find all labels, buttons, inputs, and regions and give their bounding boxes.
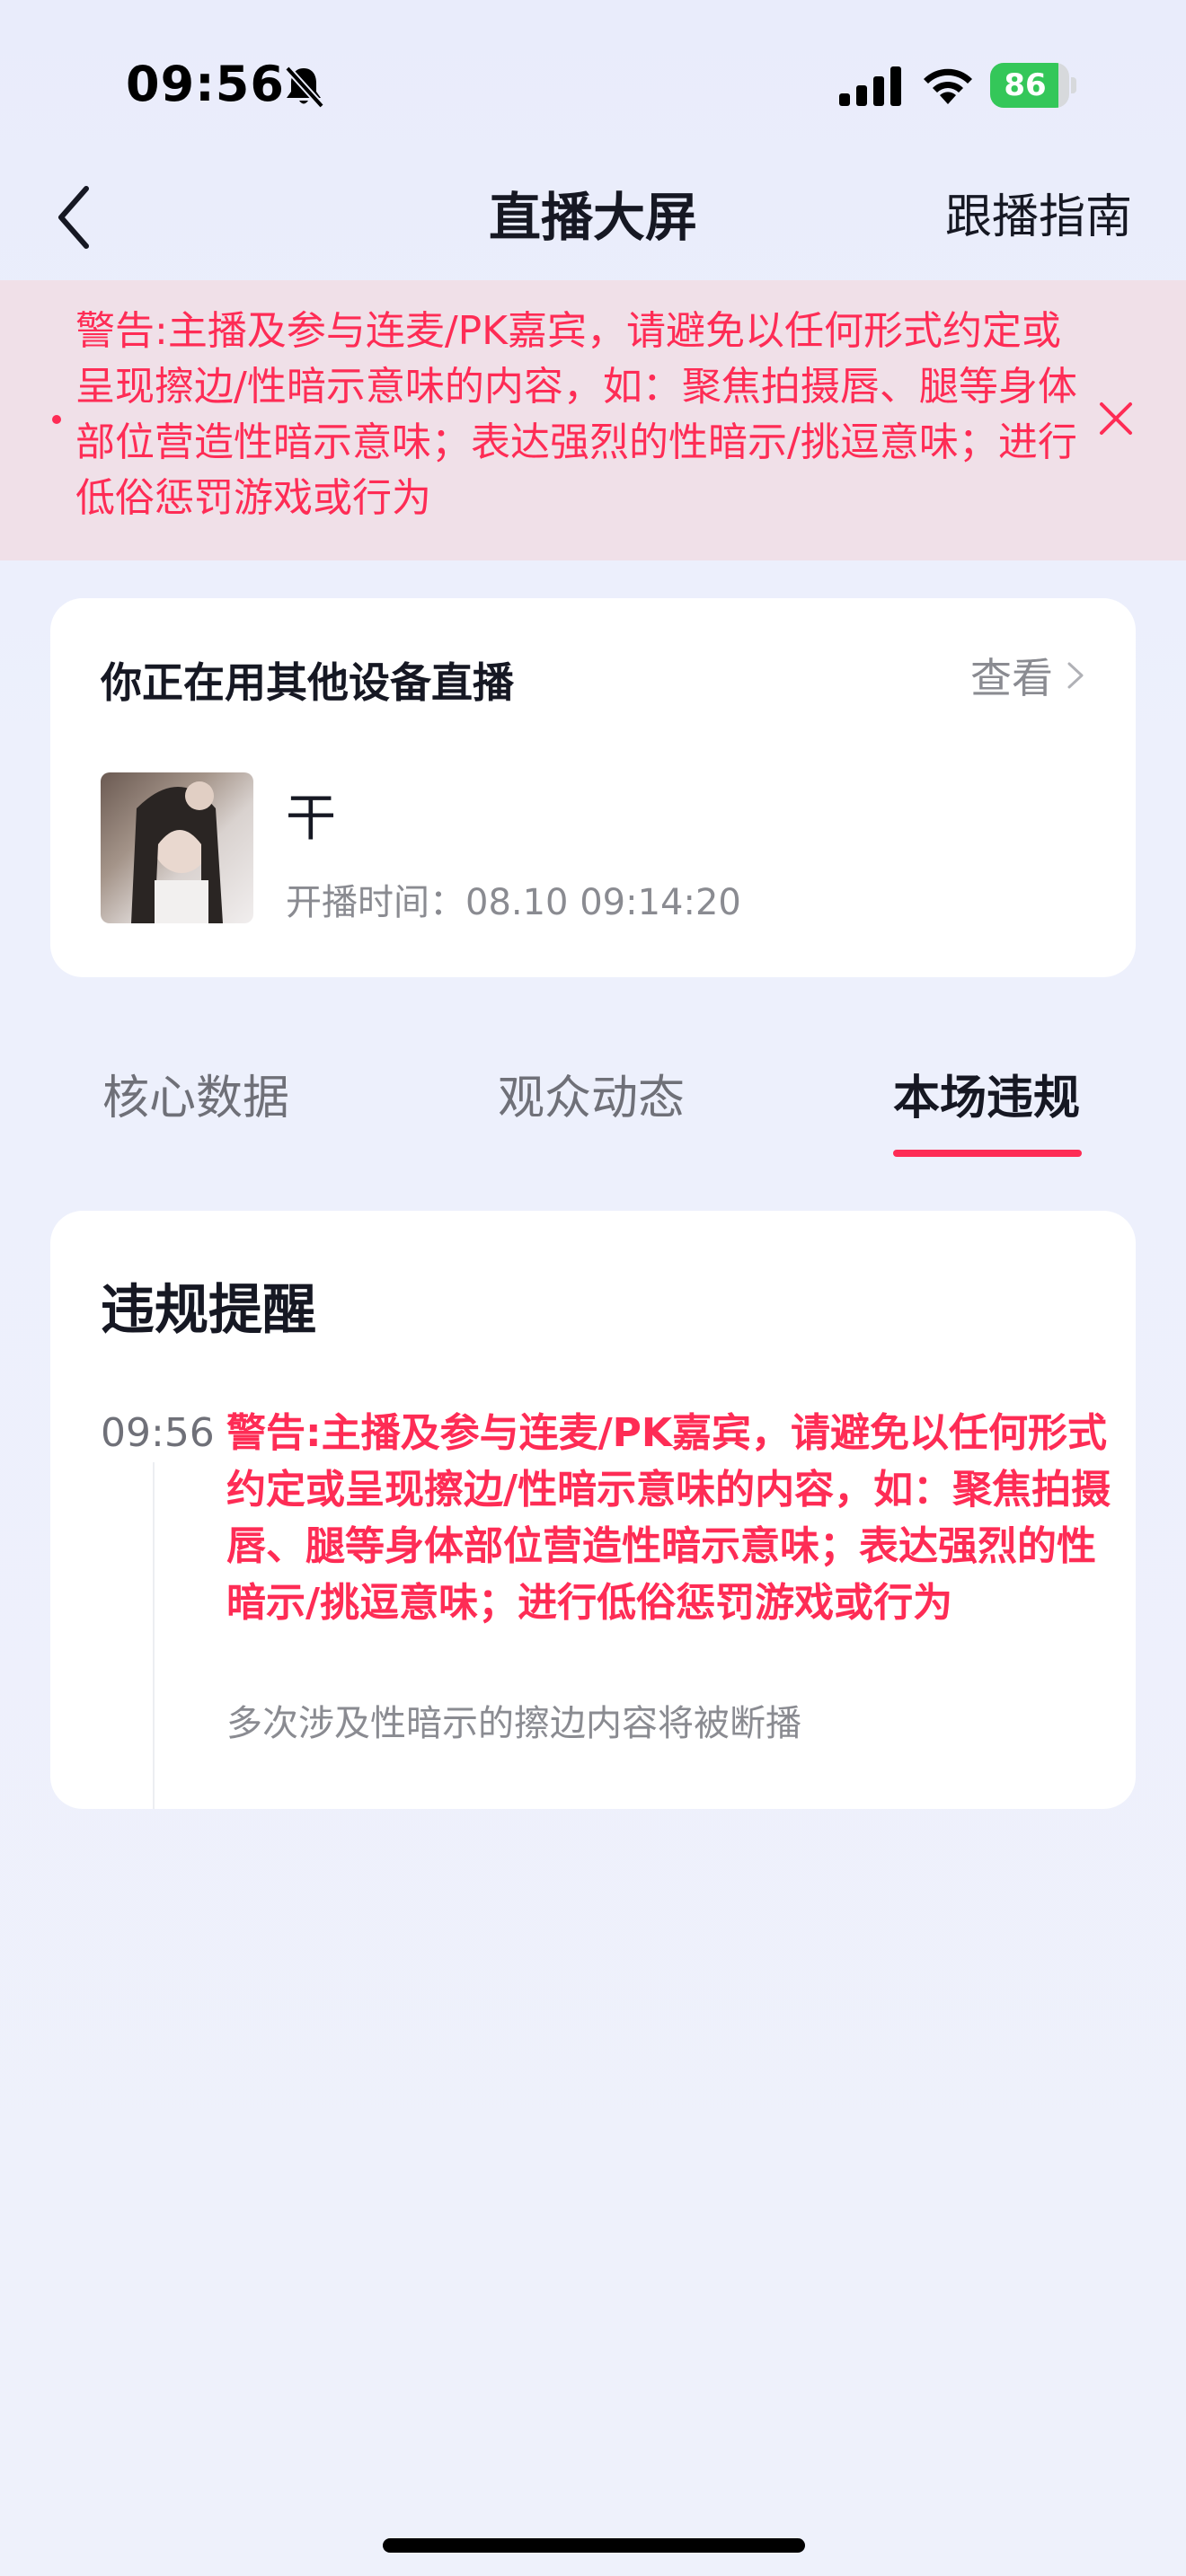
chevron-left-icon[interactable] (54, 183, 93, 251)
device-card-title: 你正在用其他设备直播 (101, 658, 514, 707)
active-tab-indicator (893, 1150, 1082, 1157)
cellular-signal-icon (839, 66, 901, 106)
warning-dot (52, 415, 61, 424)
chevron-right-icon (1067, 662, 1084, 689)
wifi-icon (924, 68, 972, 104)
tab-audience-activity[interactable]: 观众动态 (498, 1060, 685, 1127)
status-bar: 09:56 86 (0, 0, 1186, 171)
view-label: 查看 (970, 654, 1053, 702)
guide-link[interactable]: 跟播指南 (945, 171, 1132, 264)
violation-card-title: 违规提醒 (101, 1279, 316, 1342)
battery-percent: 86 (1004, 67, 1047, 103)
violation-note: 多次涉及性暗示的擦边内容将被断播 (226, 1703, 801, 1744)
tab-violations[interactable]: 本场违规 (893, 1060, 1080, 1127)
other-device-card: 你正在用其他设备直播 查看 干 开播时间：08.10 09:14:20 (50, 598, 1136, 977)
tab-bar: 核心数据 观众动态 本场违规 (0, 1006, 1186, 1168)
nav-bar: 直播大屏 跟播指南 (0, 171, 1186, 278)
streamer-name: 干 (286, 790, 336, 848)
tab-core-data[interactable]: 核心数据 (102, 1060, 289, 1127)
bell-slash-icon (285, 66, 324, 108)
battery-indicator: 86 (990, 63, 1076, 108)
home-indicator (383, 2538, 805, 2553)
violation-time: 09:56 (101, 1410, 215, 1456)
timeline-line (153, 1462, 155, 1809)
view-button[interactable]: 查看 (970, 648, 1085, 702)
stream-start-time: 开播时间：08.10 09:14:20 (286, 882, 741, 923)
violation-card: 违规提醒 09:56 警告:主播及参与连麦/PK嘉宾，请避免以任何形式约定或呈现… (50, 1211, 1136, 1809)
warning-text: 警告:主播及参与连麦/PK嘉宾，请避免以任何形式约定或呈现擦边/性暗示意味的内容… (75, 308, 1077, 521)
violation-text: 警告:主播及参与连麦/PK嘉宾，请避免以任何形式约定或呈现擦边/性暗示意味的内容… (226, 1410, 1111, 1626)
avatar[interactable] (101, 772, 253, 923)
status-time: 09:56 (126, 56, 285, 112)
close-icon[interactable] (1098, 401, 1134, 437)
